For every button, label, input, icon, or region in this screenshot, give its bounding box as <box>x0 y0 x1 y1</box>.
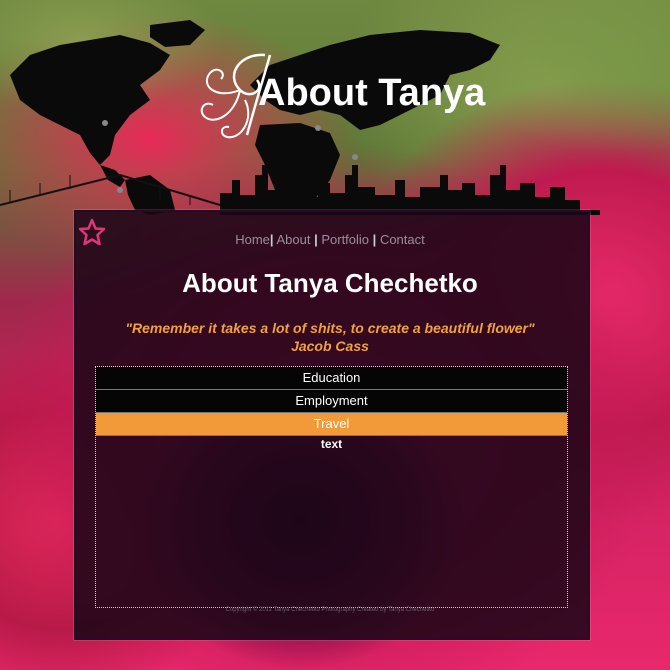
accordion-tab-travel[interactable]: Travel <box>96 413 567 436</box>
nav-separator: | <box>314 232 318 247</box>
footer-copyright: Copyright © 2011 Tanya Chechetko Photogr… <box>225 607 435 613</box>
nav-contact-link[interactable]: Contact <box>380 232 425 247</box>
nav-portfolio-link[interactable]: Portfolio <box>321 232 369 247</box>
accordion: Education Employment Travel text <box>95 366 568 608</box>
page-title: About Tanya <box>258 72 486 114</box>
nav-home-link[interactable]: Home <box>235 232 270 247</box>
world-map-silhouette <box>0 20 600 215</box>
quote-author: Jacob Cass <box>291 338 369 354</box>
accordion-tab-employment[interactable]: Employment <box>96 390 567 413</box>
main-nav: Home| About | Portfolio | Contact <box>74 232 586 247</box>
nav-about-link[interactable]: About <box>276 232 310 247</box>
quote-text: "Remember it takes a lot of shits, to cr… <box>125 320 535 336</box>
nav-separator: | <box>372 232 377 247</box>
accordion-tab-education[interactable]: Education <box>96 367 567 390</box>
accordion-content: text <box>320 437 343 451</box>
nav-separator: | <box>269 232 274 247</box>
content-heading: About Tanya Chechetko <box>182 268 478 298</box>
quote-block: "Remember it takes a lot of shits, to cr… <box>74 319 586 355</box>
